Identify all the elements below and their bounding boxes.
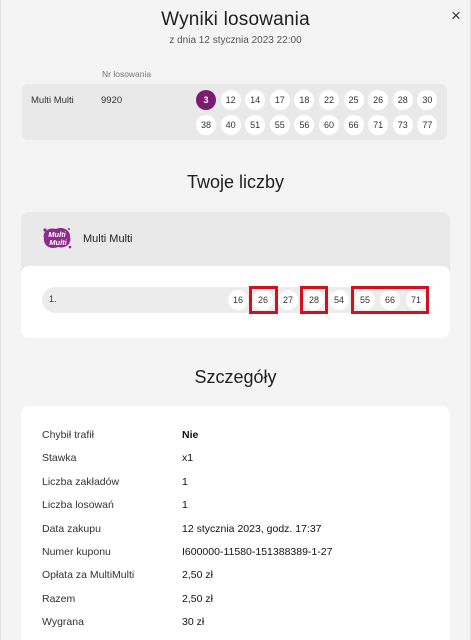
detail-row: Data zakupu 12 stycznia 2023, godz. 17:37 <box>21 523 450 541</box>
detail-value: x1 <box>182 452 194 465</box>
detail-row: Razem 2,50 zł <box>21 593 450 611</box>
drawn-ball: 66 <box>343 115 364 135</box>
detail-label: Data zakupu <box>42 522 101 535</box>
detail-value: 2,50 zł <box>182 592 213 605</box>
detail-label: Liczba zakładów <box>42 475 120 488</box>
detail-value: Nie <box>182 429 199 441</box>
coupon-card-header: Multi Multi Multi Multi <box>21 212 450 264</box>
detail-row: Liczba zakładów 1 <box>21 476 450 494</box>
svg-text:Multi: Multi <box>49 238 67 247</box>
results-modal: × Wyniki losowania z dnia 12 stycznia 20… <box>0 0 471 640</box>
hit-highlight-frame <box>300 286 328 314</box>
picked-number: 54 <box>329 290 349 310</box>
draw-number-label: Nr losowania <box>102 69 152 79</box>
detail-value: 30 zł <box>182 616 205 629</box>
coupon-card: Multi Multi Multi Multi 1. 16 26 27 28 5… <box>21 212 450 338</box>
drawn-ball: 17 <box>269 90 290 110</box>
drawn-ball: 55 <box>269 115 290 135</box>
detail-label: Chybił trafił <box>42 429 94 441</box>
detail-label: Razem <box>42 592 76 605</box>
drawn-numbers: 3 12 14 17 18 22 25 26 28 30 38 40 51 55 56 60 66 71 73 77 <box>196 90 444 135</box>
page-title: Wyniki losowania <box>161 9 310 30</box>
details-card: Chybił trafił Nie Stawka x1 Liczba zakładów 1… <box>21 406 450 640</box>
detail-row: Liczba losowań 1 <box>21 499 450 517</box>
drawn-ball: 77 <box>417 115 438 135</box>
hit-highlight-frame <box>249 286 278 314</box>
multi-multi-logo-icon: Multi Multi <box>43 227 72 249</box>
detail-value: 1 <box>182 475 188 488</box>
drawn-ball: 30 <box>417 90 438 110</box>
details-title: Szczegóły <box>194 367 277 387</box>
detail-value: I600000-11580-151388389-1-27 <box>182 546 333 558</box>
hit-highlight-frame <box>351 286 429 314</box>
picked-number: 16 <box>228 290 248 310</box>
detail-row: Chybił trafił Nie <box>21 429 450 447</box>
coupon-game-name: Multi Multi <box>83 233 133 245</box>
picked-number: 27 <box>278 290 298 310</box>
detail-value: 2,50 zł <box>182 569 213 582</box>
detail-label: Numer kuponu <box>42 546 111 558</box>
drawn-ball: 71 <box>368 115 389 135</box>
drawn-ball: 51 <box>245 115 266 135</box>
detail-row: Opłata za MultiMulti 2,50 zł <box>21 569 450 587</box>
detail-value: 1 <box>182 499 188 512</box>
draw-number: 9920 <box>101 95 123 106</box>
detail-row: Stawka x1 <box>21 452 450 470</box>
detail-row: Wygrana 30 zł <box>21 616 450 634</box>
detail-label: Wygrana <box>42 616 84 629</box>
draw-game-name: Multi Multi <box>31 95 74 106</box>
bonus-ball: 3 <box>196 90 216 110</box>
drawn-ball: 28 <box>392 90 413 110</box>
drawn-ball: 25 <box>343 90 364 110</box>
bet-line-number: 1. <box>49 294 57 304</box>
drawn-ball: 12 <box>220 90 241 110</box>
drawn-ball: 73 <box>392 115 413 135</box>
drawn-ball: 26 <box>368 90 389 110</box>
drawn-ball: 38 <box>196 115 216 135</box>
your-numbers-title: Twoje liczby <box>186 172 285 192</box>
drawn-ball: 18 <box>294 90 315 110</box>
detail-label: Stawka <box>42 452 77 465</box>
detail-row: Numer kuponu I600000-11580-151388389-1-27 <box>21 546 450 564</box>
draw-date: z dnia 12 stycznia 2023 22:00 <box>169 35 302 46</box>
drawn-ball: 14 <box>245 90 266 110</box>
coupon-card-body: 1. 16 26 27 28 54 55 66 71 <box>21 266 450 338</box>
draw-result-row: Multi Multi 9920 3 12 14 17 18 22 25 26 28 30 38 4… <box>22 84 447 140</box>
drawn-ball: 60 <box>318 115 339 135</box>
detail-value: 12 stycznia 2023, godz. 17:37 <box>182 522 322 535</box>
detail-label: Liczba losowań <box>42 499 114 512</box>
drawn-ball: 40 <box>220 115 241 135</box>
drawn-ball: 22 <box>318 90 339 110</box>
detail-label: Opłata za MultiMulti <box>42 569 135 582</box>
drawn-ball: 56 <box>294 115 315 135</box>
